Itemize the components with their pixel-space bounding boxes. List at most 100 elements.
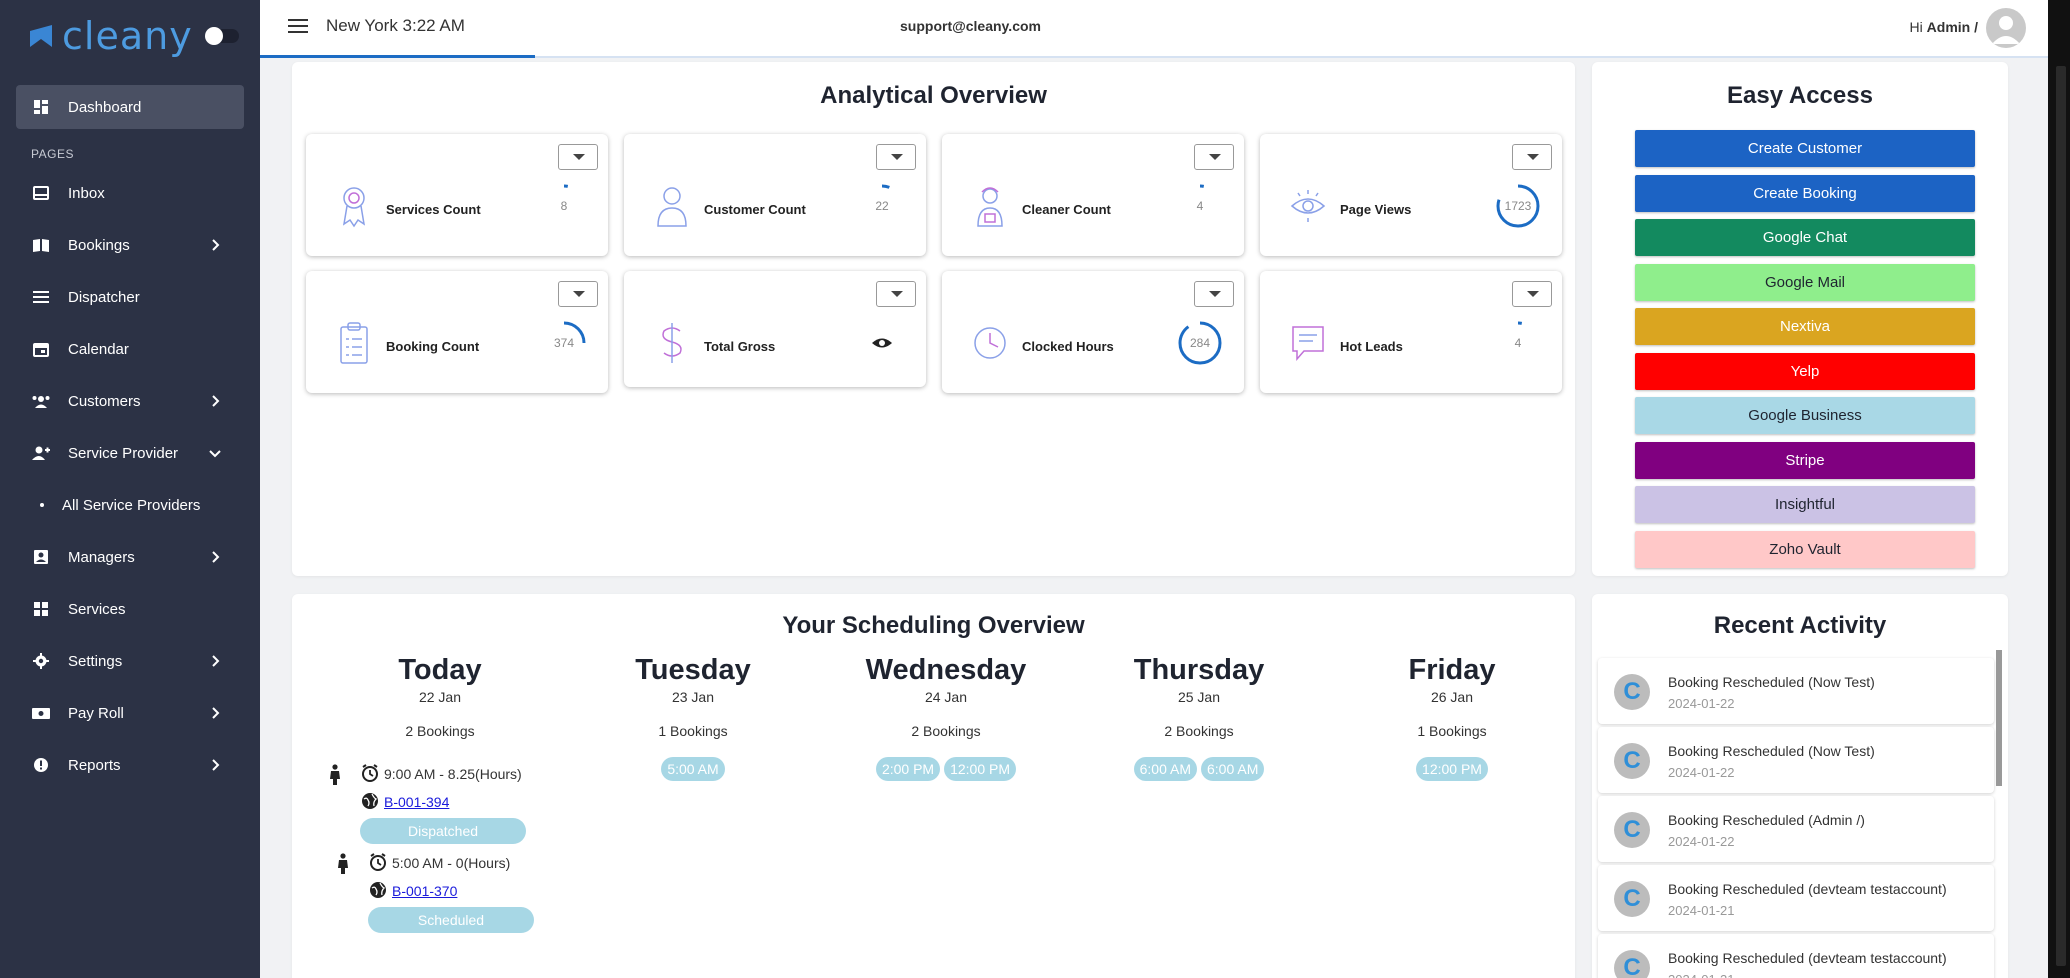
eye-icon [1290,184,1326,228]
sidebar-item-label: Calendar [68,340,129,358]
section-label-pages: PAGES [31,147,74,161]
city-time: New York 3:22 AM [326,16,465,35]
logo-icon [30,25,52,47]
list-icon [32,288,50,306]
stat-label: Total Gross [704,339,776,354]
chevron-right-icon [208,758,222,772]
range-dropdown[interactable] [1512,281,1552,307]
activity-item[interactable]: C Booking Rescheduled (devteam testaccoun… [1598,865,1994,931]
activity-item[interactable]: C Booking Rescheduled (Now Test) 2024-01-2… [1598,727,1994,793]
visibility-icon[interactable] [860,321,904,365]
nextiva-button[interactable]: Nextiva [1635,308,1975,345]
google-mail-button[interactable]: Google Mail [1635,263,1975,301]
chat-icon [1290,321,1326,365]
booking-id-link[interactable]: B-001-394 [384,794,449,810]
day-date: 23 Jan [671,689,715,705]
yelp-button[interactable]: Yelp [1635,352,1975,390]
zoho-vault-button[interactable]: Zoho Vault [1635,530,1975,568]
stat-label: Booking Count [386,339,480,354]
sidebar-item-settings[interactable]: Settings [0,635,260,687]
range-dropdown[interactable] [876,281,916,307]
create-customer-button[interactable]: Create Customer [1635,130,1975,167]
sidebar-item-dashboard[interactable]: Dashboard [16,85,244,129]
chevron-down-icon [208,446,222,460]
day-date: 26 Jan [1430,689,1474,705]
panel-title: Easy Access [1727,82,1873,109]
scheduling-overview-panel: Your Scheduling Overview Today 22 Jan 2 Bo… [292,594,1575,978]
activity-item[interactable]: C Booking Rescheduled (Admin /) 2024-01-22 [1598,796,1994,862]
book-icon [32,236,50,254]
day-name: Wednesday [865,654,1027,686]
activity-item[interactable]: C Booking Rescheduled (Now Test) 2024-01-2… [1598,658,1994,724]
activity-scrollbar[interactable] [1996,650,2002,786]
google-chat-button[interactable]: Google Chat [1635,219,1975,256]
panel-title: Your Scheduling Overview [782,612,1085,639]
chevron-right-icon [208,654,222,668]
sidebar-item-service-provider[interactable]: Service Provider [0,427,260,479]
support-email: support@cleany.com [900,18,1041,34]
sidebar-subitem-all-service-providers[interactable]: All Service Providers [0,479,260,531]
range-dropdown[interactable] [1194,144,1234,170]
create-booking-button[interactable]: Create Booking [1635,174,1975,212]
sidebar-item-reports[interactable]: Reports [0,739,260,791]
range-dropdown[interactable] [1194,281,1234,307]
sidebar-item-pay-roll[interactable]: Pay Roll [0,687,260,739]
day-date: 22 Jan [418,689,462,705]
time-pill[interactable]: 5:00 AM [661,757,725,781]
stripe-button[interactable]: Stripe [1635,441,1975,479]
avatar[interactable] [1986,8,2026,48]
range-dropdown[interactable] [558,144,598,170]
insightful-button[interactable]: Insightful [1635,486,1975,523]
theme-toggle[interactable] [204,27,239,45]
range-dropdown[interactable] [876,144,916,170]
bullet-icon [40,503,44,507]
stat-value: 374 [553,336,575,350]
time-pill[interactable]: 6:00 AM [1133,757,1197,781]
booking-status-badge: Scheduled [368,907,534,933]
day-column-today: Today 22 Jan 2 Bookings [320,654,560,739]
sidebar-item-services[interactable]: Services [0,583,260,635]
sidebar-item-bookings[interactable]: Bookings [0,219,260,271]
stat-value: 4 [1514,336,1522,350]
page-scrollbar-thumb[interactable] [2056,66,2066,966]
activity-date: 2024-01-21 [1668,903,1735,918]
sidebar-item-customers[interactable]: Customers [0,375,260,427]
sidebar-item-dispatcher[interactable]: Dispatcher [0,271,260,323]
time-pill[interactable]: 6:00 AM [1201,757,1265,781]
time-pill[interactable]: 12:00 PM [1416,757,1488,781]
greeting: Hi Admin / [1910,19,1978,35]
brand-name: cleany [62,14,193,58]
stat-card-page-views: Page Views 1723 [1260,134,1562,256]
person-icon [336,853,350,880]
sidebar-item-label: Services [68,600,126,618]
activity-text: Booking Rescheduled (Admin /) [1668,812,1865,828]
time-pills: 2:00 PM 12:00 PM [826,757,1066,781]
sidebar-item-calendar[interactable]: Calendar [0,323,260,375]
sidebar-item-label: Reports [68,756,121,774]
time-pill[interactable]: 12:00 PM [944,757,1017,781]
sidebar-item-label: Pay Roll [68,704,124,722]
panel-title: Analytical Overview [820,82,1047,109]
time-pill[interactable]: 2:00 PM [875,757,941,781]
booking-count: 2 Bookings [405,723,475,739]
booking-details: 5:00 AM - 0(Hours) B-001-370 Scheduled [368,849,576,933]
sidebar-item-label: Service Provider [68,444,179,462]
google-business-button[interactable]: Google Business [1635,397,1975,434]
sidebar-item-label: Settings [68,652,123,670]
activity-item[interactable]: C Booking Rescheduled (devteam testaccoun… [1598,934,1994,978]
person-icon [328,764,342,791]
booking-count: 2 Bookings [1164,723,1234,739]
range-dropdown[interactable] [558,281,598,307]
panel-title: Recent Activity [1713,612,1887,639]
booking-id-link[interactable]: B-001-370 [392,883,457,899]
dollar-icon [654,321,690,365]
page-scrollbar[interactable] [2048,0,2070,978]
sidebar-item-inbox[interactable]: Inbox [0,167,260,219]
inbox-icon [32,184,50,202]
sidebar-item-managers[interactable]: Managers [0,531,260,583]
range-dropdown[interactable] [1512,144,1552,170]
day-name: Friday [1408,654,1496,686]
sidebar: cleany Dashboard PAGES Inbox Bookings Disp… [0,0,260,978]
stat-label: Cleaner Count [1022,202,1111,217]
menu-icon[interactable] [288,19,308,33]
